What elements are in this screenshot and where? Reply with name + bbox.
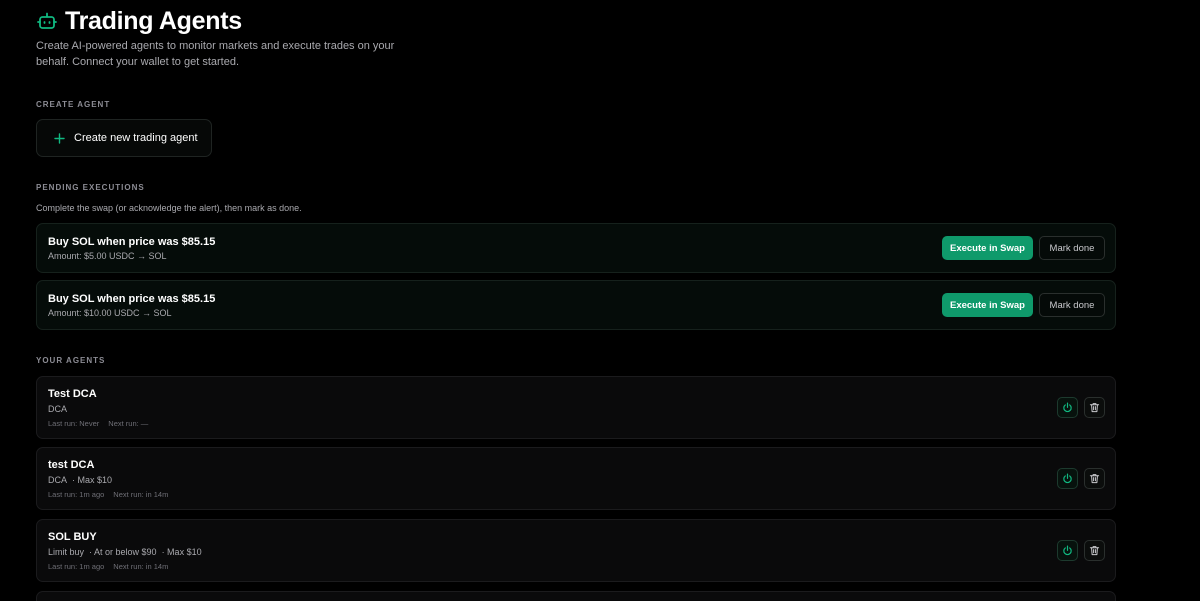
agent-meta: DCA · Max $10 (48, 475, 112, 485)
agent-name: SOL BUY (48, 531, 97, 543)
mark-done-button[interactable]: Mark done (1039, 293, 1105, 317)
create-agent-label: Create new trading agent (74, 132, 198, 144)
agent-card-partial (36, 591, 1116, 601)
page-title: Trading Agents (65, 6, 242, 35)
trash-icon (1089, 403, 1100, 413)
agent-run-info: Last run: Never Next run: — (48, 419, 148, 428)
agent-run-info: Last run: 1m ago Next run: in 14m (48, 490, 168, 499)
power-icon (1063, 545, 1072, 556)
agent-last-run: Last run: 1m ago (48, 490, 105, 499)
agent-card: test DCA DCA · Max $10 Last run: 1m ago Ne… (36, 447, 1116, 510)
agent-next-run: Next run: — (108, 419, 149, 428)
execute-in-swap-button[interactable]: Execute in Swap (942, 293, 1033, 317)
agent-name: test DCA (48, 459, 95, 471)
agent-price-condition: · At or below $90 (89, 547, 157, 557)
pending-helper-text: Complete the swap (or acknowledge the al… (36, 203, 302, 213)
your-agents-heading: YOUR AGENTS (36, 356, 106, 365)
pending-title: Buy SOL when price was $85.15 (48, 293, 216, 305)
page-header: Trading Agents (36, 6, 242, 36)
agent-next-run: Next run: in 14m (113, 562, 169, 571)
agent-type: DCA (48, 404, 68, 414)
pending-amount: Amount: $5.00 USDC → SOL (48, 251, 167, 261)
create-agent-button[interactable]: Create new trading agent (36, 119, 212, 157)
create-agent-heading: CREATE AGENT (36, 100, 111, 109)
pending-amount: Amount: $10.00 USDC → SOL (48, 308, 172, 318)
power-icon (1063, 473, 1072, 484)
agent-next-run: Next run: in 14m (113, 490, 169, 499)
agent-last-run: Last run: Never (48, 419, 100, 428)
delete-agent-button[interactable] (1084, 468, 1105, 489)
agent-type: Limit buy (48, 547, 85, 557)
pending-executions-heading: PENDING EXECUTIONS (36, 183, 145, 192)
toggle-agent-button[interactable] (1057, 397, 1078, 418)
agent-type: DCA (48, 475, 68, 485)
delete-agent-button[interactable] (1084, 397, 1105, 418)
agent-card: SOL BUY Limit buy · At or below $90 · Max … (36, 519, 1116, 582)
execute-in-swap-button[interactable]: Execute in Swap (942, 236, 1033, 260)
power-icon (1063, 402, 1072, 413)
toggle-agent-button[interactable] (1057, 468, 1078, 489)
trash-icon (1089, 474, 1100, 484)
toggle-agent-button[interactable] (1057, 540, 1078, 561)
page-subtitle: Create AI-powered agents to monitor mark… (36, 40, 395, 68)
delete-agent-button[interactable] (1084, 540, 1105, 561)
agent-max-spend: · Max $10 (161, 547, 202, 557)
agent-last-run: Last run: 1m ago (48, 562, 105, 571)
agent-meta: DCA (48, 404, 67, 414)
pending-execution-card: Buy SOL when price was $85.15 Amount: $5… (36, 223, 1116, 273)
agent-meta: Limit buy · At or below $90 · Max $10 (48, 547, 202, 557)
agent-run-info: Last run: 1m ago Next run: in 14m (48, 562, 168, 571)
pending-title: Buy SOL when price was $85.15 (48, 236, 216, 248)
agent-card: Test DCA DCA Last run: Never Next run: — (36, 376, 1116, 439)
trash-icon (1089, 546, 1100, 556)
robot-icon (36, 10, 58, 32)
trading-agents-page: Trading Agents Create AI-powered agents … (0, 0, 1200, 601)
pending-execution-card: Buy SOL when price was $85.15 Amount: $1… (36, 280, 1116, 330)
plus-icon (53, 132, 65, 144)
agent-name: Test DCA (48, 388, 97, 400)
agent-max-spend: · Max $10 (72, 475, 113, 485)
mark-done-button[interactable]: Mark done (1039, 236, 1105, 260)
